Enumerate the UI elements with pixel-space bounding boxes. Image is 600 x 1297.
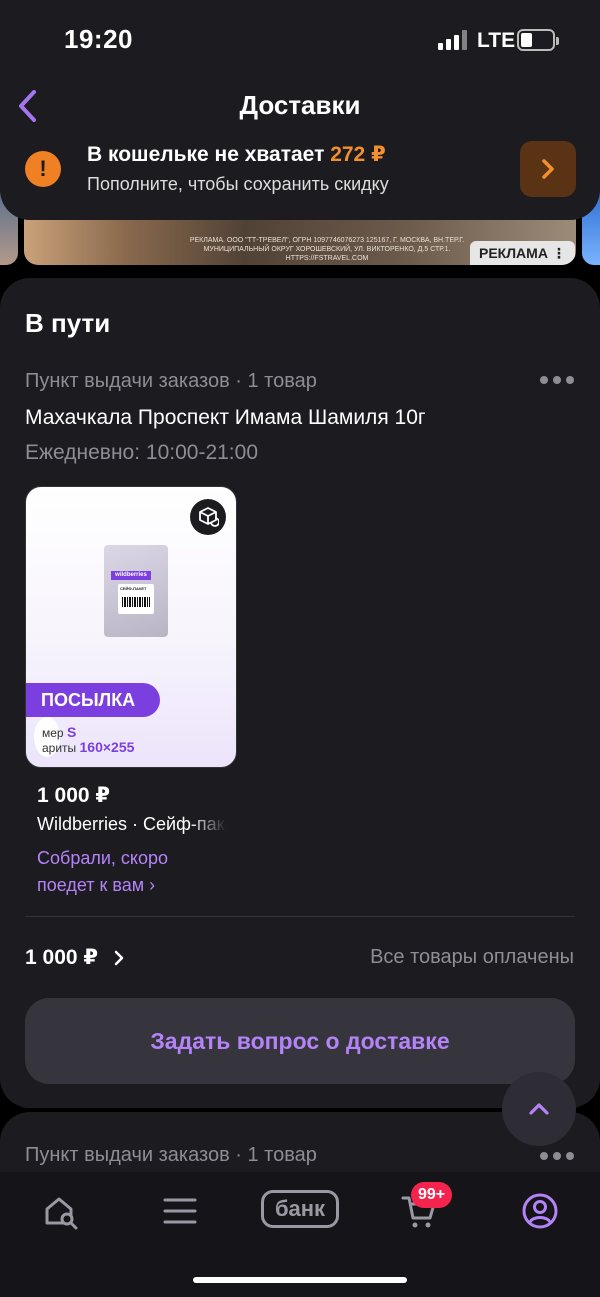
- pickup-hours: Ежедневно: 10:00-21:00: [25, 441, 258, 464]
- order-total: 1 000 ₽: [25, 946, 98, 969]
- status-bar: 19:20 LTE: [0, 0, 600, 80]
- status-time: 19:20: [64, 24, 133, 54]
- ad-label-button[interactable]: РЕКЛАМА ⋮: [470, 241, 575, 265]
- profile-icon: [522, 1193, 558, 1229]
- wallet-shortfall-amount: 272 ₽: [330, 143, 386, 166]
- search-home-icon: [45, 1197, 78, 1230]
- tab-catalog[interactable]: [150, 1186, 210, 1236]
- signal-icon: [438, 30, 468, 50]
- pickup-meta: Пункт выдачи заказов · 1 товар: [25, 370, 317, 392]
- barcode: [122, 597, 150, 607]
- chevron-right-icon: [114, 950, 124, 965]
- menu-icon: [163, 1198, 197, 1224]
- home-indicator: [193, 1277, 407, 1283]
- ask-delivery-question-button[interactable]: Задать вопрос о доставке: [25, 998, 575, 1084]
- divider: [25, 916, 575, 917]
- tab-home[interactable]: [31, 1186, 91, 1236]
- battery-icon: [517, 29, 559, 51]
- total-button[interactable]: 1 000 ₽: [25, 945, 124, 970]
- scroll-to-top-button[interactable]: [502, 1072, 576, 1146]
- page-title: Доставки: [239, 90, 361, 120]
- wallet-warning-text: В кошельке не хватает: [87, 143, 325, 166]
- chevron-up-icon: [529, 1103, 549, 1115]
- wallet-warning-subtitle: Пополните, чтобы сохранить скидку: [87, 174, 389, 194]
- payment-status: Все товары оплачены: [370, 946, 574, 968]
- ad-legal-text: РЕКЛАМА. ООО "ТТ-ТРЕВЕЛ", ОГРН 109774607…: [189, 237, 465, 262]
- package-dimensions: ариты 160×255: [42, 739, 135, 755]
- product-seller: Wildberries · Сейф-пакет: [37, 814, 227, 834]
- pickup-meta-2: Пункт выдачи заказов · 1 товар: [25, 1144, 317, 1166]
- package-size: мер S: [42, 724, 77, 740]
- cart-count-badge: 99+: [411, 1182, 453, 1208]
- package-image: wildberries СЕЙФ-ПАКЕТ: [104, 545, 168, 637]
- network-type: LTE: [477, 29, 516, 52]
- chevron-right-icon: [542, 159, 554, 179]
- return-icon[interactable]: [190, 499, 226, 535]
- tab-bank[interactable]: банк: [261, 1190, 339, 1228]
- wallet-warning-title: В кошельке не хватает 272 ₽: [87, 142, 386, 167]
- more-icon[interactable]: [540, 1152, 574, 1162]
- order-status-link[interactable]: Собрали, скоро поедет к вам ›: [37, 845, 227, 899]
- product-price: 1 000 ₽: [37, 784, 110, 807]
- package-label: СЕЙФ-ПАКЕТ: [118, 584, 154, 614]
- product-card[interactable]: wildberries СЕЙФ-ПАКЕТ ПОСЫЛКА мер S ари…: [25, 486, 237, 768]
- top-up-wallet-button[interactable]: [520, 141, 576, 197]
- pickup-address: Махачкала Проспект Имама Шамиля 10г: [25, 406, 426, 429]
- package-brand: wildberries: [111, 571, 151, 580]
- section-title: В пути: [25, 308, 111, 338]
- warning-icon: !: [25, 151, 61, 187]
- more-icon[interactable]: [540, 376, 574, 386]
- parcel-badge: ПОСЫЛКА: [26, 683, 160, 717]
- delivery-card: В пути Пункт выдачи заказов · 1 товар Ма…: [0, 278, 600, 1108]
- tab-profile[interactable]: [510, 1186, 570, 1236]
